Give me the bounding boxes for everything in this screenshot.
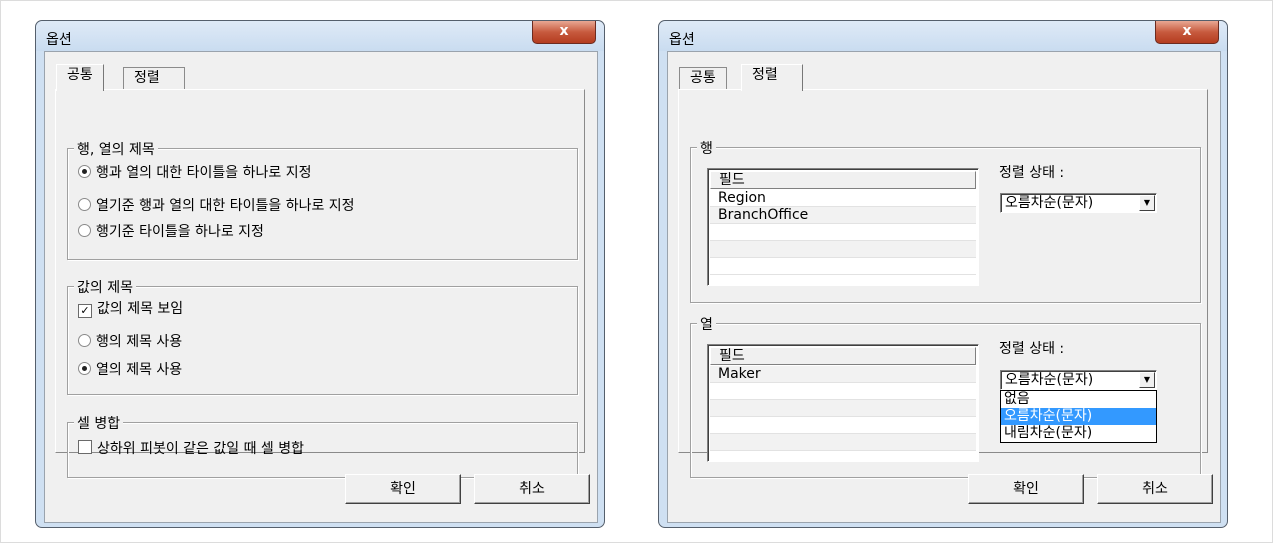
row-sort-select[interactable]: 오름차순(문자) ▼: [1000, 193, 1157, 213]
col-sort-select[interactable]: 오름차순(문자) ▼: [1000, 370, 1157, 390]
tab-sort[interactable]: 정렬: [741, 64, 803, 91]
ok-button[interactable]: 확인: [968, 474, 1084, 504]
group-legend: 셀 병합: [74, 413, 124, 433]
list-item-empty: [710, 434, 976, 451]
dialog-title: 옵션: [669, 32, 695, 48]
checkbox-label: 상하위 피봇이 같은 값일 때 셀 병합: [97, 441, 305, 457]
group-cell-merge: 셀 병합 상하위 피봇이 같은 값일 때 셀 병합: [67, 413, 578, 478]
title-bar[interactable]: 옵션 x: [659, 21, 1227, 51]
radio-indicator: [78, 334, 91, 347]
group-legend: 값의 제목: [74, 277, 136, 297]
radio-label: 행기준 타이틀을 하나로 지정: [96, 224, 264, 240]
dropdown-option-ascending[interactable]: 오름차순(문자): [1001, 408, 1156, 425]
radio-label: 행의 제목 사용: [96, 334, 183, 350]
sort-status-label: 정렬 상태 :: [999, 165, 1065, 181]
group-row-col-title: 행, 열의 제목 행과 열의 대한 타이틀을 하나로 지정 열기준 행과 열의 …: [67, 139, 578, 260]
select-value: 오름차순(문자): [1005, 195, 1094, 211]
close-button[interactable]: x: [1155, 21, 1219, 44]
checkbox-label: 값의 제목 보임: [97, 301, 184, 317]
close-button[interactable]: x: [532, 21, 596, 44]
list-column-header: 필드: [710, 347, 976, 365]
list-item-empty: [710, 224, 976, 241]
list-item-empty: [710, 400, 976, 417]
sort-status-label: 정렬 상태 :: [999, 341, 1065, 357]
list-item-empty: [710, 383, 976, 400]
list-item-empty: [710, 241, 976, 258]
dropdown-option-descending[interactable]: 내림차순(문자): [1001, 425, 1156, 442]
cancel-button[interactable]: 취소: [1097, 474, 1213, 504]
radio-use-row-title[interactable]: 행의 제목 사용: [78, 333, 182, 351]
tab-common[interactable]: 공통: [679, 67, 727, 90]
chevron-down-icon[interactable]: ▼: [1139, 195, 1155, 211]
list-item[interactable]: Region: [710, 190, 976, 207]
radio-label: 행과 열의 대한 타이틀을 하나로 지정: [96, 165, 312, 181]
col-field-list[interactable]: 필드 Maker: [707, 344, 979, 462]
group-value-title: 값의 제목 ✓ 값의 제목 보임 행의 제목 사용 열의 제목 사용: [67, 277, 578, 395]
checkbox-merge-cells[interactable]: 상하위 피봇이 같은 값일 때 셀 병합: [78, 440, 304, 458]
list-item[interactable]: BranchOffice: [710, 207, 976, 224]
radio-indicator: [78, 165, 91, 178]
list-column-header: 필드: [710, 171, 976, 189]
radio-indicator: [78, 198, 91, 211]
dialog-title: 옵션: [46, 32, 72, 48]
dialog-client: 공통 정렬 행 필드 Region BranchOffice 정렬 상태 : 오…: [667, 51, 1221, 523]
tab-panel-common: 행, 열의 제목 행과 열의 대한 타이틀을 하나로 지정 열기준 행과 열의 …: [55, 89, 585, 478]
list-item[interactable]: Maker: [710, 366, 976, 383]
chevron-down-icon[interactable]: ▼: [1139, 372, 1155, 388]
checkbox-indicator: ✓: [78, 304, 92, 318]
checkbox-show-value-title[interactable]: ✓ 값의 제목 보임: [78, 300, 183, 318]
radio-col-based-title[interactable]: 열기준 행과 열의 대한 타이틀을 하나로 지정: [78, 197, 355, 215]
list-item-empty: [710, 258, 976, 275]
dropdown-option-none[interactable]: 없음: [1001, 391, 1156, 408]
radio-indicator: [78, 362, 91, 375]
radio-label: 열기준 행과 열의 대한 타이틀을 하나로 지정: [96, 198, 355, 214]
radio-row-based-title[interactable]: 행기준 타이틀을 하나로 지정: [78, 223, 264, 241]
group-legend: 열: [697, 314, 716, 334]
radio-use-col-title[interactable]: 열의 제목 사용: [78, 361, 182, 379]
tab-sort[interactable]: 정렬: [123, 67, 185, 90]
title-bar[interactable]: 옵션 x: [36, 21, 604, 51]
ok-button[interactable]: 확인: [345, 474, 461, 504]
sort-dropdown-list[interactable]: 없음 오름차순(문자) 내림차순(문자): [1000, 390, 1157, 443]
group-col-sort: 열 필드 Maker 정렬 상태 : 오름차순(문자) ▼ 없음 오름차순(문자…: [690, 314, 1201, 478]
group-legend: 행: [697, 138, 716, 158]
checkbox-indicator: [78, 440, 92, 454]
row-field-list[interactable]: 필드 Region BranchOffice: [707, 168, 979, 286]
cancel-button[interactable]: 취소: [474, 474, 590, 504]
radio-label: 열의 제목 사용: [96, 362, 183, 378]
list-item-empty: [710, 417, 976, 434]
options-dialog-common: 옵션 x 공통 정렬 행, 열의 제목 행과 열의 대한 타이틀을 하나로 지정…: [35, 20, 605, 528]
dialog-client: 공통 정렬 행, 열의 제목 행과 열의 대한 타이틀을 하나로 지정 열기준 …: [44, 51, 598, 523]
group-row-sort: 행 필드 Region BranchOffice 정렬 상태 : 오름차순(문자…: [690, 138, 1201, 303]
radio-indicator: [78, 224, 91, 237]
options-dialog-sort: 옵션 x 공통 정렬 행 필드 Region BranchOffice 정렬 상…: [658, 20, 1228, 528]
radio-single-title[interactable]: 행과 열의 대한 타이틀을 하나로 지정: [78, 164, 311, 182]
tab-panel-sort: 행 필드 Region BranchOffice 정렬 상태 : 오름차순(문자…: [678, 89, 1208, 478]
tab-common[interactable]: 공통: [56, 64, 104, 91]
select-value: 오름차순(문자): [1005, 372, 1094, 388]
group-legend: 행, 열의 제목: [74, 139, 158, 159]
